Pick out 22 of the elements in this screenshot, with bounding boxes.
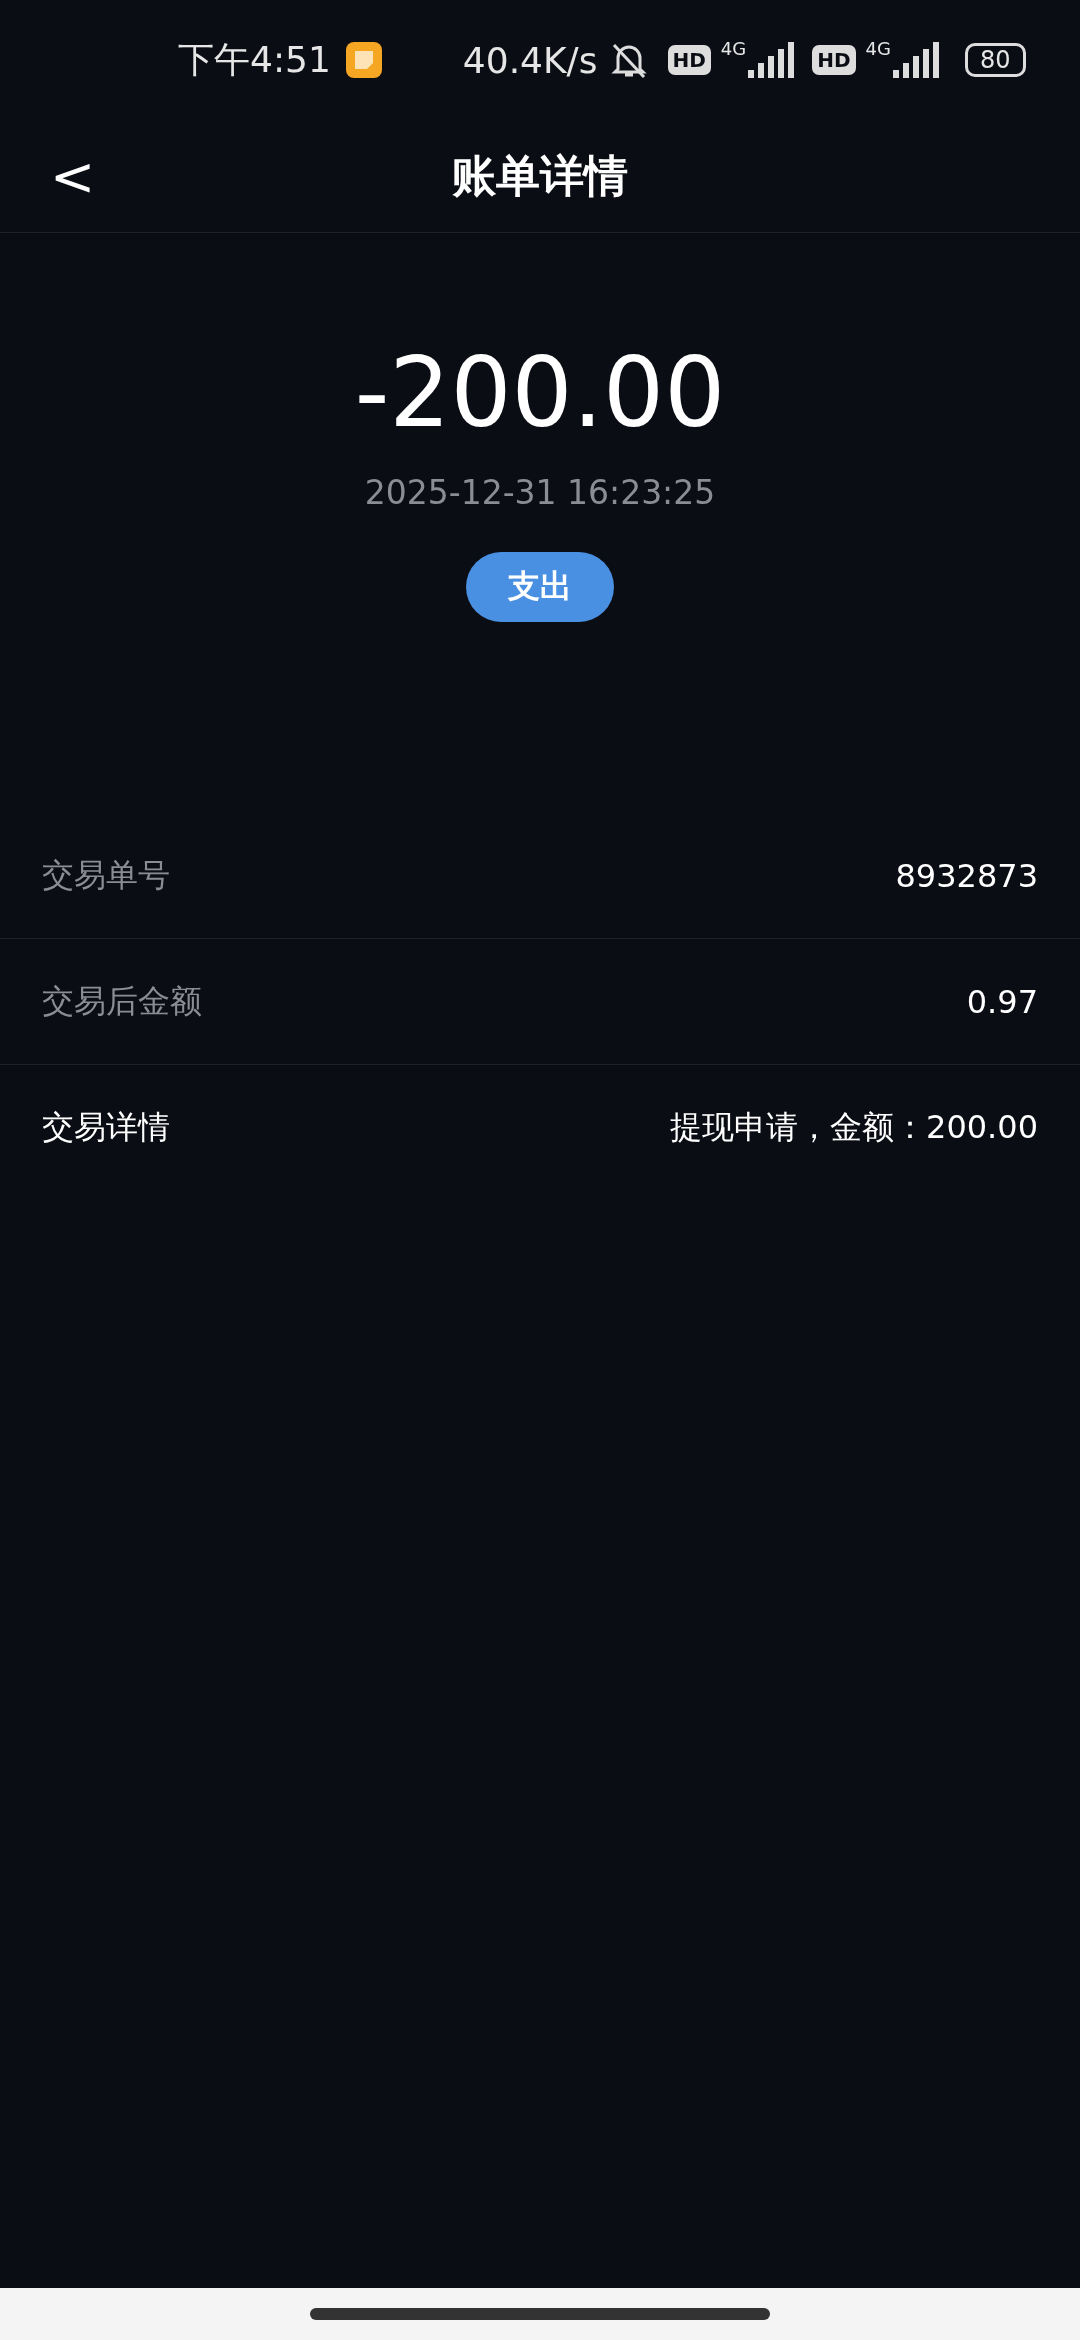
battery-indicator: 80 [965,43,1026,77]
home-indicator[interactable] [310,2308,770,2320]
page-title: 账单详情 [452,148,628,203]
signal-icon [746,42,795,78]
signal-icon [891,42,939,78]
row-label: 交易后金额 [42,980,202,1022]
back-button[interactable]: < [44,144,102,208]
transaction-time: 2025-12-31 16:23:25 [364,472,716,512]
notification-icon [344,41,383,79]
network-speed: 40.4K/s [462,39,598,81]
row-label: 交易详情 [42,1106,170,1148]
hd-badge: HD [812,45,856,75]
row-value: 8932873 [895,856,1038,895]
network-type: 4G [865,38,891,59]
amount: -200.00 [354,341,726,447]
row-value: 0.97 [966,982,1038,1021]
row-value: 提现申请，金额：200.00 [670,1106,1038,1148]
status-time: 下午4:51 [178,37,331,82]
type-tag: 支出 [466,551,614,622]
row-label: 交易单号 [42,854,170,896]
hd-badge: HD [667,45,711,75]
network-type: 4G [720,38,747,59]
